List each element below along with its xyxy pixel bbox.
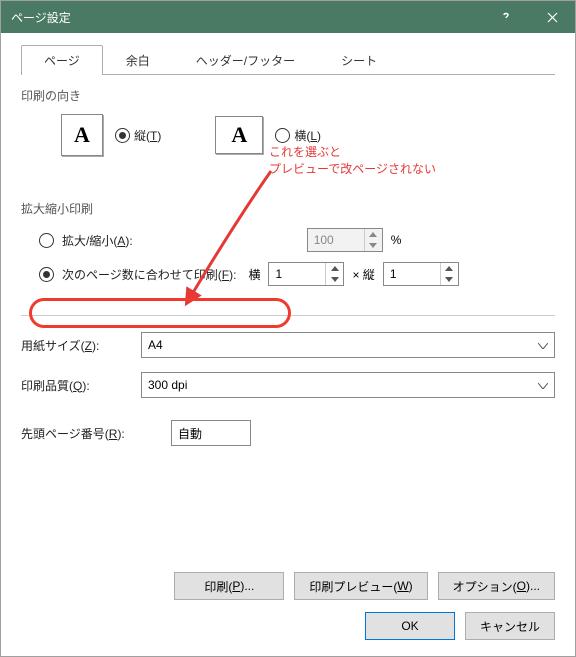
print-quality-label: 印刷品質(Q):: [21, 377, 131, 394]
window-title: ページ設定: [11, 9, 483, 26]
paper-size-combo[interactable]: A4: [141, 332, 555, 358]
portrait-radio[interactable]: [115, 128, 130, 143]
cancel-button[interactable]: キャンセル: [465, 612, 555, 640]
fit-radio-label: 次のページ数に合わせて印刷(F):: [62, 266, 236, 283]
print-quality-value: 300 dpi: [148, 378, 187, 392]
portrait-radio-label: 縦(T): [134, 127, 161, 144]
print-quality-combo[interactable]: 300 dpi: [141, 372, 555, 398]
fit-times-label: × 縦: [352, 266, 374, 283]
help-button[interactable]: [483, 1, 529, 33]
landscape-radio-label: 横(L): [294, 127, 321, 144]
adjust-radio-label: 拡大/縮小(A):: [62, 232, 133, 249]
annotation-highlight: [29, 298, 291, 328]
fit-tall-arrows[interactable]: [440, 263, 458, 285]
first-page-value: 自動: [178, 425, 202, 442]
tab-margins[interactable]: 余白: [103, 45, 173, 75]
titlebar: ページ設定: [1, 1, 575, 33]
print-preview-button[interactable]: 印刷プレビュー(W): [294, 572, 427, 600]
portrait-icon: A: [61, 114, 103, 156]
fit-wide-value[interactable]: [269, 263, 325, 285]
tab-sheet[interactable]: シート: [318, 45, 400, 75]
page-setup-dialog: ページ設定 ページ 余白 ヘッダー/フッター シート 印刷の向き A 縦(T): [0, 0, 576, 657]
tab-header-footer[interactable]: ヘッダー/フッター: [173, 45, 318, 75]
fit-wide-label: 横: [248, 266, 260, 283]
landscape-radio[interactable]: [275, 128, 290, 143]
tab-strip: ページ 余白 ヘッダー/フッター シート: [21, 45, 555, 75]
adjust-value[interactable]: [308, 229, 364, 251]
scaling-label: 拡大縮小印刷: [21, 200, 555, 217]
dialog-content: ページ 余白 ヘッダー/フッター シート 印刷の向き A 縦(T) A 横(L): [1, 33, 575, 656]
scaling-group: 拡大縮小印刷 拡大/縮小(A): % 次のページ数に合わせて印刷(F): 横: [21, 200, 555, 291]
print-button[interactable]: 印刷(P)...: [174, 572, 284, 600]
first-page-input[interactable]: 自動: [171, 420, 251, 446]
separator: [21, 315, 555, 316]
adjust-radio[interactable]: [39, 233, 54, 248]
orientation-group: 印刷の向き A 縦(T) A 横(L): [21, 87, 555, 160]
paper-size-value: A4: [148, 338, 163, 352]
adjust-spinner-arrows[interactable]: [364, 229, 382, 251]
paper-size-label: 用紙サイズ(Z):: [21, 337, 131, 354]
fit-radio[interactable]: [39, 267, 54, 282]
options-button[interactable]: オプション(O)...: [438, 572, 555, 600]
fit-tall-spinner[interactable]: [383, 262, 459, 286]
ok-button[interactable]: OK: [365, 612, 455, 640]
landscape-icon: A: [215, 116, 263, 154]
fit-tall-value[interactable]: [384, 263, 440, 285]
close-button[interactable]: [529, 1, 575, 33]
fit-wide-spinner[interactable]: [268, 262, 344, 286]
adjust-unit: %: [391, 233, 402, 247]
first-page-label: 先頭ページ番号(R):: [21, 425, 161, 442]
fit-wide-arrows[interactable]: [325, 263, 343, 285]
tab-page[interactable]: ページ: [21, 45, 103, 75]
adjust-spinner[interactable]: [307, 228, 383, 252]
orientation-label: 印刷の向き: [21, 87, 555, 104]
chevron-down-icon: [530, 338, 548, 352]
chevron-down-icon: [530, 378, 548, 392]
